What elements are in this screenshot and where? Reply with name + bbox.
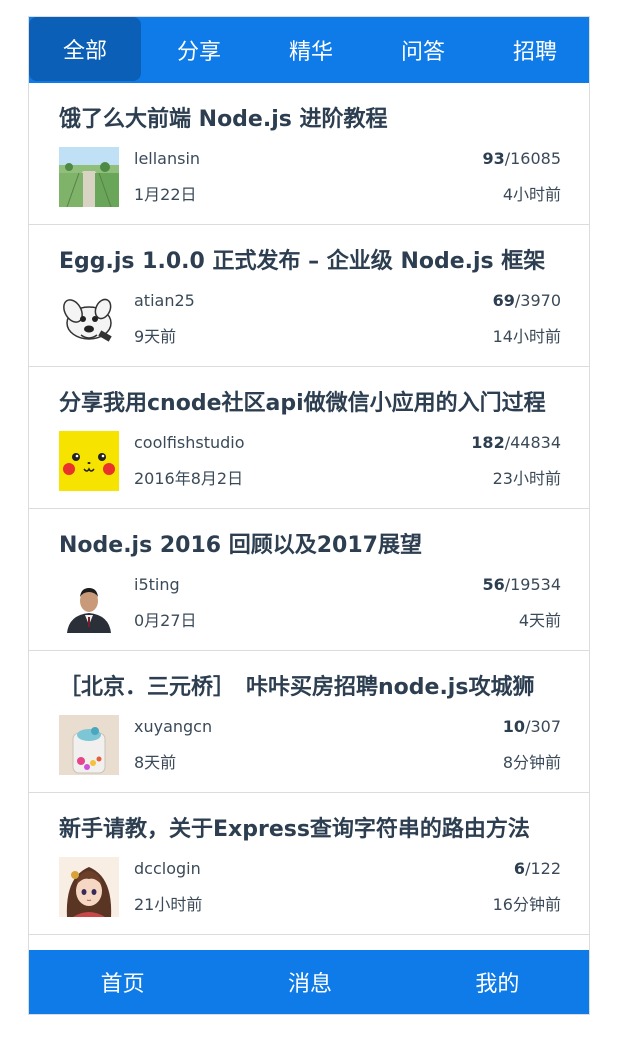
tab-ask[interactable]: 问答 bbox=[367, 17, 479, 83]
topic-item[interactable]: 分享我用cnode社区api做微信小应用的入门过程 coolfishstudio… bbox=[29, 367, 589, 509]
reply-count: 69 bbox=[492, 291, 515, 310]
topic-created: 21小时前 bbox=[134, 895, 203, 914]
topic-author[interactable]: lellansin bbox=[134, 149, 200, 168]
topic-title[interactable]: 新手请教，关于Express查询字符串的路由方法 bbox=[59, 811, 564, 843]
topic-last-reply: 23小时前 bbox=[492, 469, 561, 488]
topic-created: 8天前 bbox=[134, 753, 177, 772]
reply-count: 56 bbox=[482, 575, 505, 594]
nav-me[interactable]: 我的 bbox=[404, 950, 589, 1014]
topic-counts: 6/122 bbox=[514, 859, 561, 878]
topic-last-reply: 8分钟前 bbox=[502, 753, 561, 772]
visit-count: /3970 bbox=[514, 291, 561, 310]
topic-author[interactable]: coolfishstudio bbox=[134, 433, 245, 452]
topic-created: 9天前 bbox=[134, 327, 177, 346]
topic-tab-bar: 全部 分享 精华 问答 招聘 bbox=[29, 17, 589, 83]
topic-item[interactable]: Node.js 2016 回顾以及2017展望 i5ting 0月27日 56/… bbox=[29, 509, 589, 651]
reply-count: 10 bbox=[502, 717, 526, 736]
bottom-nav-bar: 首页 消息 我的 bbox=[29, 950, 589, 1014]
landscape-photo-avatar[interactable] bbox=[59, 147, 119, 207]
topic-counts: 10/307 bbox=[503, 717, 561, 736]
visit-count: /307 bbox=[525, 717, 561, 736]
topic-item[interactable]: 新手请教，关于Express查询字符串的路由方法 dcclogin 21小时前 … bbox=[29, 793, 589, 935]
topic-title[interactable]: Egg.js 1.0.0 正式发布 – 企业级 Node.js 框架 bbox=[59, 243, 564, 275]
tab-share[interactable]: 分享 bbox=[143, 17, 255, 83]
topic-list: 饿了么大前端 Node.js 进阶教程 lellansin 1月22日 93/1… bbox=[29, 83, 589, 950]
tab-all[interactable]: 全部 bbox=[29, 17, 141, 81]
topic-item[interactable]: ［北京．三元桥］ 咔咔买房招聘node.js攻城狮 xuyangcn 8天前 1… bbox=[29, 651, 589, 793]
topic-counts: 69/3970 bbox=[493, 291, 561, 310]
topic-item[interactable]: 饿了么大前端 Node.js 进阶教程 lellansin 1月22日 93/1… bbox=[29, 83, 589, 225]
reply-count: 93 bbox=[482, 149, 505, 168]
topic-counts: 93/16085 bbox=[482, 149, 561, 168]
topic-last-reply: 4小时前 bbox=[502, 185, 561, 204]
visit-count: /122 bbox=[525, 859, 561, 878]
topic-last-reply: 14小时前 bbox=[492, 327, 561, 346]
tab-good[interactable]: 精华 bbox=[255, 17, 367, 83]
jar-photo-avatar[interactable] bbox=[59, 715, 119, 775]
app-frame: 全部 分享 精华 问答 招聘 饿了么大前端 Node.js 进阶教程 lella… bbox=[28, 16, 590, 1015]
topic-item[interactable]: Egg.js 1.0.0 正式发布 – 企业级 Node.js 框架 atian… bbox=[29, 225, 589, 367]
anime-girl-avatar[interactable] bbox=[59, 857, 119, 917]
topic-author[interactable]: i5ting bbox=[134, 575, 180, 594]
nav-messages[interactable]: 消息 bbox=[216, 950, 403, 1014]
topic-title[interactable]: 饿了么大前端 Node.js 进阶教程 bbox=[59, 101, 564, 133]
visit-count: /44834 bbox=[504, 433, 561, 452]
topic-counts: 182/44834 bbox=[471, 433, 561, 452]
visit-count: /19534 bbox=[504, 575, 561, 594]
topic-last-reply: 16分钟前 bbox=[492, 895, 561, 914]
reply-count: 6 bbox=[513, 859, 526, 878]
topic-title[interactable]: 分享我用cnode社区api做微信小应用的入门过程 bbox=[59, 385, 564, 417]
person-portrait-avatar[interactable] bbox=[59, 573, 119, 633]
nav-home[interactable]: 首页 bbox=[29, 950, 216, 1014]
topic-item[interactable] bbox=[29, 935, 589, 950]
topic-title[interactable]: Node.js 2016 回顾以及2017展望 bbox=[59, 527, 564, 559]
topic-created: 1月22日 bbox=[134, 185, 197, 204]
topic-last-reply: 4天前 bbox=[518, 611, 561, 630]
cartoon-dog-avatar[interactable] bbox=[59, 289, 119, 349]
visit-count: /16085 bbox=[504, 149, 561, 168]
tab-job[interactable]: 招聘 bbox=[479, 17, 589, 83]
topic-author[interactable]: atian25 bbox=[134, 291, 195, 310]
topic-counts: 56/19534 bbox=[482, 575, 561, 594]
reply-count: 182 bbox=[471, 433, 505, 452]
topic-title[interactable]: ［北京．三元桥］ 咔咔买房招聘node.js攻城狮 bbox=[59, 669, 564, 701]
topic-author[interactable]: xuyangcn bbox=[134, 717, 212, 736]
topic-created: 0月27日 bbox=[134, 611, 197, 630]
topic-author[interactable]: dcclogin bbox=[134, 859, 201, 878]
topic-created: 2016年8月2日 bbox=[134, 469, 244, 488]
pikachu-avatar[interactable] bbox=[59, 431, 119, 491]
